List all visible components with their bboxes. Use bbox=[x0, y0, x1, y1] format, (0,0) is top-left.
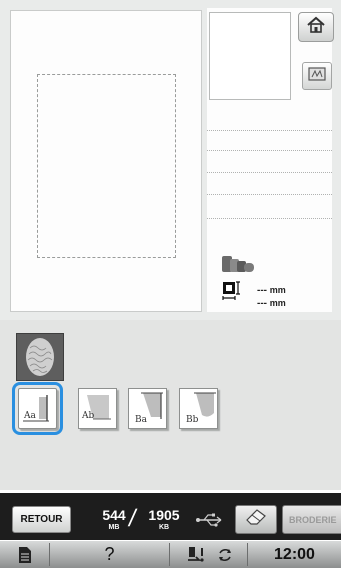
width-readout: --- mm bbox=[257, 298, 286, 309]
status-separator bbox=[169, 543, 170, 566]
embroidery-frame-icon bbox=[307, 66, 327, 87]
stitch-style-ba-label: Ba bbox=[135, 415, 147, 425]
usb-icon bbox=[195, 512, 225, 533]
stitch-style-ba-button[interactable]: Ba bbox=[128, 388, 167, 429]
width-unit: mm bbox=[269, 298, 286, 308]
retour-button[interactable]: RETOUR bbox=[12, 506, 71, 533]
presser-foot-icon bbox=[188, 546, 204, 562]
pattern-thumbnail bbox=[209, 12, 291, 100]
eraser-icon bbox=[243, 508, 269, 531]
status-bar: ? 12:00 bbox=[0, 541, 341, 568]
thread-spools-icon bbox=[222, 255, 256, 280]
broderie-button[interactable]: BRODERIE bbox=[282, 505, 341, 534]
pattern-size-icon bbox=[222, 281, 244, 308]
rotate-indicator bbox=[212, 541, 238, 568]
rotate-icon bbox=[219, 548, 231, 561]
width-value: --- bbox=[257, 298, 267, 309]
retour-label: RETOUR bbox=[20, 514, 63, 525]
frame-select-button[interactable] bbox=[302, 62, 332, 90]
stitch-style-aa-button[interactable]: Aa bbox=[12, 382, 63, 435]
stitch-style-ab-button[interactable]: Ab bbox=[78, 388, 117, 429]
stippling-pattern-icon bbox=[26, 338, 54, 376]
height-value: --- bbox=[257, 285, 267, 296]
presser-foot-indicator bbox=[184, 541, 212, 568]
memory-total-unit: KB bbox=[158, 524, 170, 531]
stitch-style-aa-label: Aa bbox=[24, 411, 36, 421]
stitch-style-ab-icon bbox=[87, 395, 111, 420]
info-divider bbox=[207, 150, 332, 151]
help-label: ? bbox=[104, 544, 115, 564]
memory-total-value: 1905 bbox=[148, 507, 180, 523]
info-divider bbox=[207, 130, 332, 131]
height-unit: mm bbox=[269, 285, 286, 295]
info-divider bbox=[207, 218, 332, 219]
manual-button[interactable] bbox=[0, 541, 49, 568]
memory-used: 544 MB bbox=[99, 508, 129, 532]
stitch-style-ab-label: Ab bbox=[82, 411, 95, 421]
memory-used-value: 544 bbox=[102, 507, 126, 523]
memory-used-unit: MB bbox=[108, 524, 120, 531]
info-divider bbox=[207, 172, 332, 173]
broderie-label: BRODERIE bbox=[289, 514, 337, 525]
clock: 12:00 bbox=[248, 541, 341, 568]
stitch-style-bb-button[interactable]: Bb bbox=[179, 388, 218, 429]
delete-button[interactable] bbox=[235, 505, 277, 534]
info-divider bbox=[207, 194, 332, 195]
stitch-style-aa-icon bbox=[23, 395, 49, 422]
home-icon bbox=[306, 16, 326, 39]
pattern-preview-thumbnail bbox=[16, 333, 64, 381]
help-button[interactable]: ? bbox=[50, 541, 169, 568]
home-button[interactable] bbox=[298, 12, 334, 42]
document-icon bbox=[18, 546, 31, 563]
embroidery-preview bbox=[10, 10, 202, 312]
memory-total: 1905 KB bbox=[144, 508, 184, 532]
stitch-style-bb-label: Bb bbox=[186, 415, 199, 425]
embroidery-frame-outline bbox=[37, 74, 176, 258]
clock-time: 12:00 bbox=[274, 545, 315, 563]
height-readout: --- mm bbox=[257, 285, 286, 296]
